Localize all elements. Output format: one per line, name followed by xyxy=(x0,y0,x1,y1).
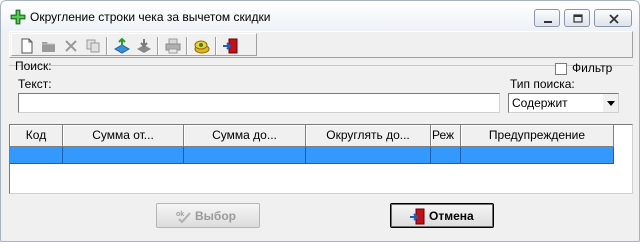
toolbar xyxy=(9,31,633,58)
toolbar-separator xyxy=(215,37,217,55)
column-header-warning[interactable]: Предупреждение xyxy=(461,125,614,147)
search-type-select[interactable]: Содержит xyxy=(508,93,619,113)
text-label: Текст: xyxy=(18,77,52,91)
chevron-down-icon xyxy=(607,101,615,106)
search-type-label: Тип поиска: xyxy=(510,77,575,91)
toolbar-separator xyxy=(106,37,108,55)
filter-checkbox[interactable] xyxy=(555,63,567,75)
search-group-label: Поиск: xyxy=(15,59,52,73)
search-text-input[interactable] xyxy=(18,93,500,113)
export-icon[interactable] xyxy=(113,37,131,55)
copy-icon[interactable] xyxy=(84,37,102,55)
toolbar-separator xyxy=(186,37,188,55)
column-header-code[interactable]: Код xyxy=(10,125,63,147)
svg-text:ok: ok xyxy=(176,211,184,218)
minimize-button[interactable] xyxy=(534,9,560,27)
column-header-sum-from[interactable]: Сумма от... xyxy=(63,125,184,147)
dropdown-button[interactable] xyxy=(602,94,618,112)
table-row[interactable] xyxy=(10,147,614,164)
dialog-window: Округление строки чека за вычетом скидки xyxy=(0,0,640,242)
toolbar-separator xyxy=(157,37,159,55)
column-header-sum-to[interactable]: Сумма до... xyxy=(184,125,306,147)
cell-sum-from[interactable] xyxy=(63,147,184,164)
search-type-value: Содержит xyxy=(512,96,568,110)
cancel-button[interactable]: Отмена xyxy=(390,203,494,228)
close-button[interactable] xyxy=(594,9,632,27)
column-header-round-to[interactable]: Округлять до... xyxy=(306,125,431,147)
data-grid[interactable]: Код Сумма от... Сумма до... Округлять до… xyxy=(9,124,633,194)
minimize-icon xyxy=(544,21,552,23)
maximize-button[interactable] xyxy=(564,9,590,27)
app-plus-icon xyxy=(10,9,26,25)
cell-round-to[interactable] xyxy=(306,147,431,164)
cell-sum-to[interactable] xyxy=(184,147,306,164)
maximize-icon xyxy=(573,14,583,23)
print-icon[interactable] xyxy=(164,37,182,55)
toolbar-panel xyxy=(11,33,257,56)
new-document-icon[interactable] xyxy=(18,37,36,55)
column-header-mode[interactable]: Реж xyxy=(431,125,461,147)
delete-icon[interactable] xyxy=(62,37,80,55)
money-coins-icon[interactable] xyxy=(193,37,211,55)
open-folder-icon[interactable] xyxy=(40,37,58,55)
ok-check-icon: ok xyxy=(176,211,191,224)
filter-label: Фильтр xyxy=(572,61,613,75)
cancel-button-label: Отмена xyxy=(429,209,474,223)
cell-mode[interactable] xyxy=(431,147,461,164)
exit-door-icon xyxy=(410,208,425,225)
select-button-label: Выбор xyxy=(195,209,236,223)
cell-code[interactable] xyxy=(10,147,63,164)
exit-door-icon[interactable] xyxy=(222,37,240,55)
close-icon xyxy=(609,14,619,24)
cell-warning[interactable] xyxy=(461,147,614,164)
title-bar[interactable]: Округление строки чека за вычетом скидки xyxy=(1,1,639,31)
select-button[interactable]: ok Выбор xyxy=(156,203,260,228)
grid-header: Код Сумма от... Сумма до... Округлять до… xyxy=(10,125,632,147)
window-title: Округление строки чека за вычетом скидки xyxy=(30,10,271,24)
import-icon[interactable] xyxy=(135,37,153,55)
